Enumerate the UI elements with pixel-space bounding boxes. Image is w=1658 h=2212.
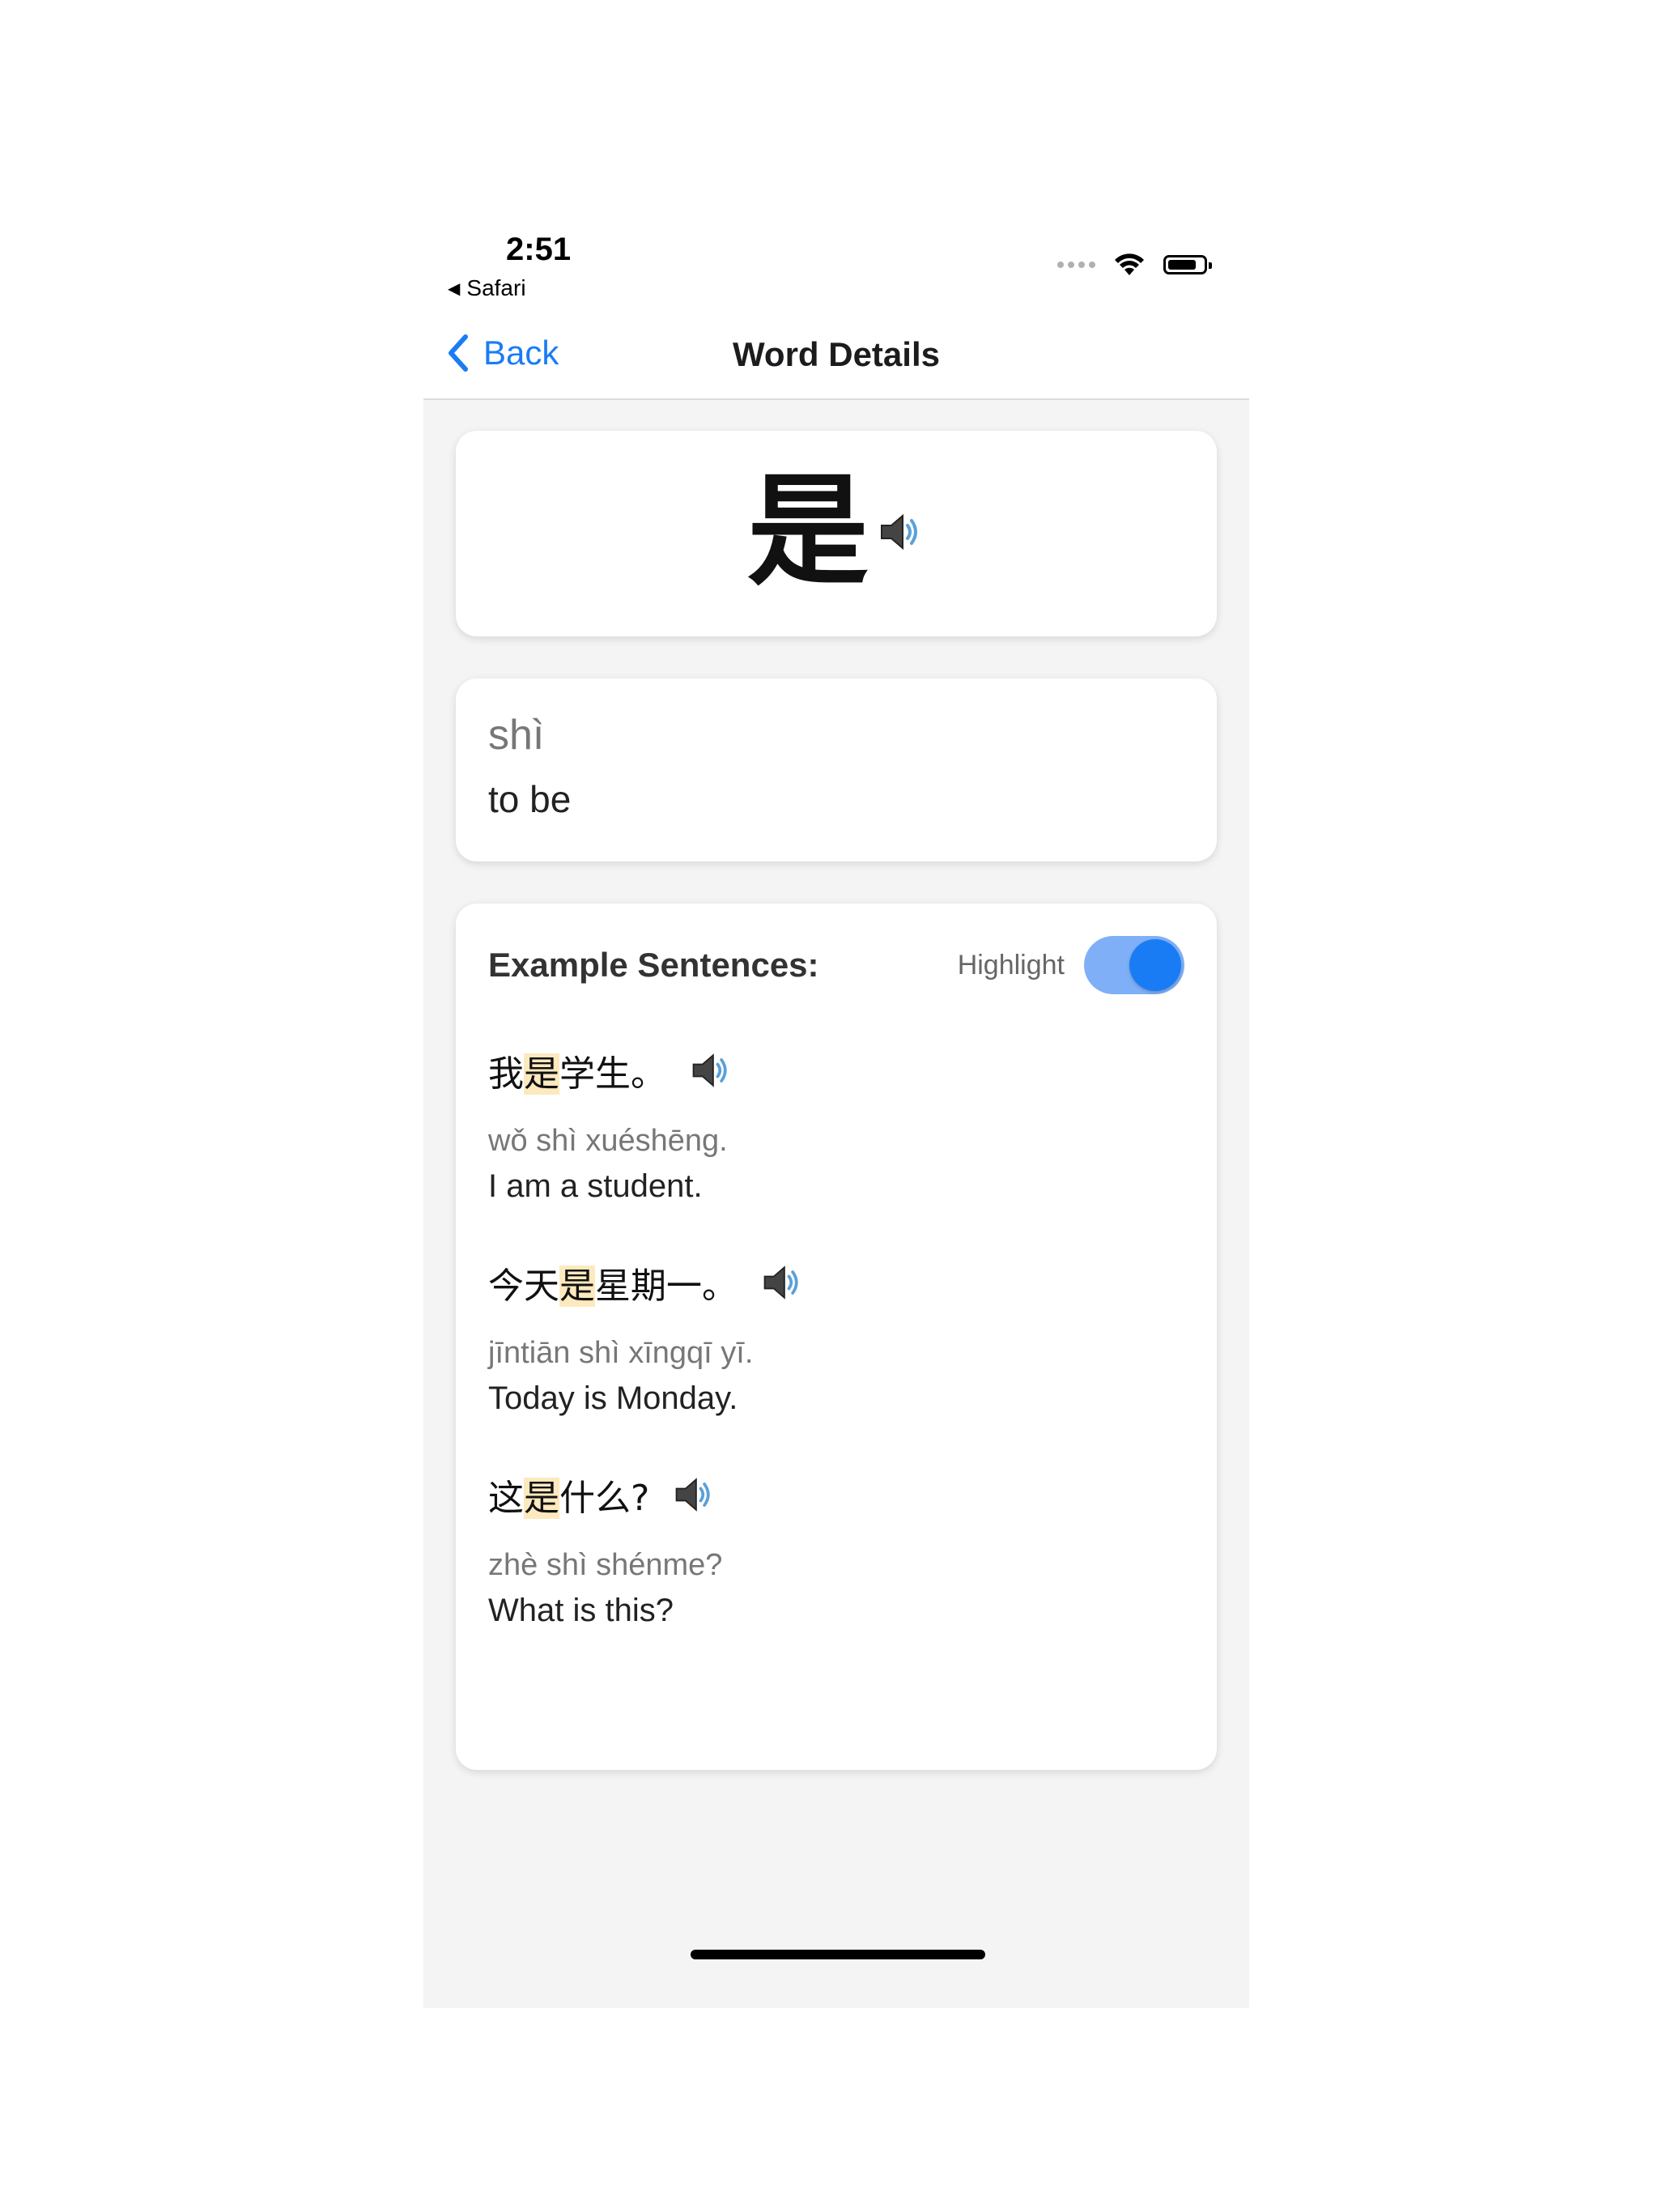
highlight-label: Highlight xyxy=(957,949,1065,981)
highlighted-word: 是 xyxy=(559,1266,595,1307)
highlight-control: Highlight xyxy=(958,936,1184,994)
status-time: 2:51 xyxy=(506,232,572,267)
speaker-icon[interactable] xyxy=(689,1048,734,1093)
example-sentence: 今天是星期一。 jīntiān shì xīngqī yī. Today is … xyxy=(488,1257,1184,1417)
return-app-label: Safari xyxy=(466,275,526,300)
sentence-pinyin: jīntiān shì xīngqī yī. xyxy=(488,1336,754,1370)
examples-title: Example Sentences: xyxy=(488,946,819,984)
examples-header: Example Sentences: Highlight xyxy=(488,936,1184,994)
speaker-icon[interactable] xyxy=(760,1260,806,1305)
word-pinyin: shì xyxy=(488,712,545,759)
back-triangle-icon: ◀ xyxy=(448,279,461,298)
highlight-toggle[interactable] xyxy=(1084,936,1184,994)
speaker-icon[interactable] xyxy=(672,1472,717,1517)
highlighted-word: 是 xyxy=(524,1478,559,1519)
meaning-card: shì to be xyxy=(456,678,1217,861)
sentence-chinese: 这是什么? xyxy=(488,1478,650,1519)
wifi-icon xyxy=(1115,253,1144,275)
home-indicator[interactable] xyxy=(691,1950,985,1959)
return-to-app[interactable]: ◀ Safari xyxy=(448,275,526,301)
back-button[interactable]: Back xyxy=(446,334,559,372)
header: 2:51 ◀ Safari Back Word Details xyxy=(423,211,1249,400)
word-hanzi: 是 xyxy=(746,462,869,602)
toggle-knob xyxy=(1129,939,1181,991)
highlighted-word: 是 xyxy=(524,1053,559,1095)
examples-card: Example Sentences: Highlight 我是学生。 wǒ sh… xyxy=(456,904,1217,1770)
battery-icon xyxy=(1163,255,1212,274)
sentence-english: I am a student. xyxy=(488,1168,703,1204)
app-screen: 2:51 ◀ Safari Back Word Details 是 shì to… xyxy=(423,211,1249,2008)
sentence-pinyin: zhè shì shénme? xyxy=(488,1548,723,1582)
chevron-left-icon xyxy=(449,334,468,372)
sentence-chinese: 我是学生。 xyxy=(488,1053,666,1095)
sentence-english: Today is Monday. xyxy=(488,1380,738,1416)
back-label: Back xyxy=(483,334,559,372)
status-indicators xyxy=(1057,253,1212,277)
speaker-icon[interactable] xyxy=(877,508,925,556)
cellular-signal-icon xyxy=(1057,262,1095,268)
word-meaning: to be xyxy=(488,778,572,820)
example-sentence: 这是什么? zhè shì shénme? What is this? xyxy=(488,1469,1184,1629)
sentence-chinese: 今天是星期一。 xyxy=(488,1266,738,1307)
example-sentence: 我是学生。 wǒ shì xuéshēng. I am a student. xyxy=(488,1044,1184,1205)
sentence-english: What is this? xyxy=(488,1593,674,1628)
sentence-pinyin: wǒ shì xuéshēng. xyxy=(488,1124,728,1158)
word-card: 是 xyxy=(456,431,1217,636)
